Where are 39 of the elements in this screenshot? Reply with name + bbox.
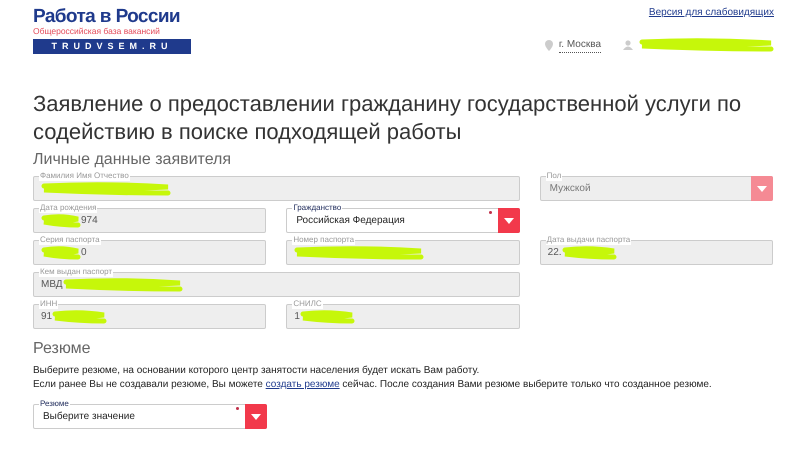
- field-value: 91: [41, 310, 52, 324]
- select-value: Российская Федерация: [295, 214, 406, 228]
- location-pin-icon: [544, 40, 553, 50]
- accessibility-link[interactable]: Версия для слабовидящих: [648, 7, 774, 19]
- field-label: Номер паспорта: [292, 235, 356, 245]
- logo[interactable]: Работа в России Общероссийская база вакансий TRUDVSEM.RU: [33, 7, 191, 54]
- field-label: Дата рождения: [39, 203, 98, 213]
- dropdown-button[interactable]: [245, 404, 267, 429]
- field-value: МВД: [41, 278, 63, 292]
- caret-icon: [251, 414, 261, 420]
- create-resume-link[interactable]: создать резюме: [266, 379, 340, 390]
- field-label: Пол: [546, 171, 562, 181]
- select-value: Мужской: [548, 182, 592, 196]
- field-value: 974: [81, 214, 98, 228]
- dropdown-button[interactable]: [498, 208, 520, 233]
- field-value: 22.: [548, 246, 562, 260]
- field-label: Дата выдачи паспорта: [546, 235, 632, 245]
- field-label: Серия паспорта: [39, 235, 101, 245]
- city-link[interactable]: г. Москва: [558, 37, 601, 53]
- logo-subtitle: Общероссийская база вакансий: [33, 26, 161, 36]
- caret-icon: [756, 186, 767, 192]
- logo-domain: TRUDVSEM.RU: [33, 39, 191, 54]
- user-icon: [623, 40, 633, 50]
- select-value: Выберите значение: [42, 410, 136, 424]
- field-label: Резюме: [39, 399, 70, 409]
- field-label: Кем выдан паспорт: [39, 267, 114, 277]
- field-label: СНИЛС: [292, 299, 323, 309]
- logo-title: Работа в России: [33, 7, 182, 26]
- resume-text: Если ранее Вы не создавали резюме, Вы можете создать резюме сейчас. После создания Вами резюме выберите только что созданное резюме.: [33, 378, 713, 392]
- field-value: 0: [81, 246, 87, 260]
- section-heading: Личные данные заявителя: [33, 150, 232, 170]
- section-heading: Резюме: [33, 339, 92, 359]
- field-label: ИНН: [39, 299, 58, 309]
- resume-text: Выберите резюме, на основании которого центр занятости населения будет искать Вам работу.: [33, 364, 480, 378]
- field-label: Гражданство: [292, 203, 342, 213]
- field-value: 1: [294, 310, 300, 324]
- field-label: Фамилия Имя Отчество: [39, 171, 130, 181]
- page-title: Заявление о предоставлении гражданину государственной услуги по содействию в поиске подходящей работы: [33, 90, 742, 146]
- caret-icon: [504, 218, 514, 224]
